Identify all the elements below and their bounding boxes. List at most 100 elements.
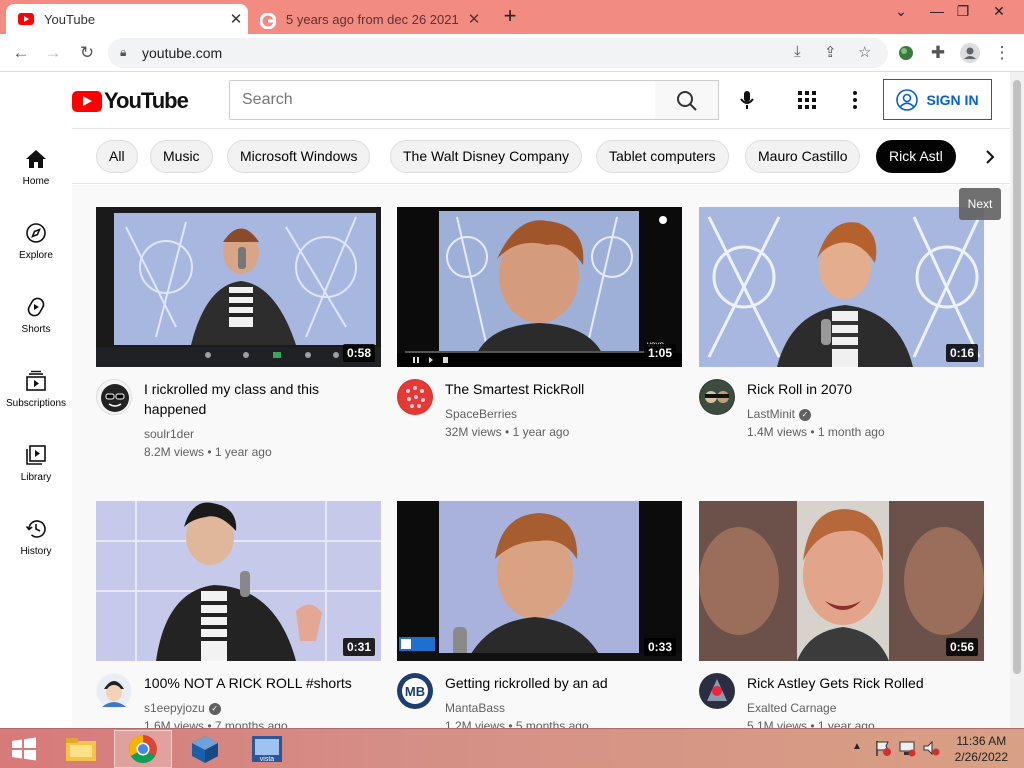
install-app-icon[interactable]: ⤓ — [794, 43, 801, 60]
chip-next-arrow[interactable] — [972, 129, 1010, 183]
subscriptions-icon — [26, 370, 46, 391]
tab-google-search[interactable]: 5 years ago from dec 26 2021 - G ✕ — [252, 4, 486, 34]
video-card[interactable]: 0:33 MB Getting rickrolled by an ad Mant… — [397, 501, 682, 728]
verified-badge-icon: ✓ — [208, 702, 221, 715]
chip-tablet-computers[interactable]: Tablet computers — [596, 140, 729, 173]
reload-button[interactable]: ↻ — [74, 40, 100, 66]
scrollbar-thumb[interactable] — [1013, 80, 1021, 674]
channel-avatar[interactable] — [96, 379, 132, 415]
video-title[interactable]: Rick Astley Gets Rick Rolled — [747, 673, 977, 693]
nav-history[interactable]: History — [0, 518, 72, 557]
video-title[interactable]: 100% NOT A RICK ROLL #shorts — [144, 673, 374, 693]
video-thumbnail[interactable]: 0:56 — [699, 501, 984, 661]
restore-button[interactable]: ❐ — [946, 0, 980, 26]
system-clock[interactable]: 11:36 AM 2/26/2022 — [955, 733, 1008, 765]
view-count: 1.2M views — [445, 719, 506, 728]
chip-all[interactable]: All — [96, 140, 138, 173]
extensions-puzzle-icon[interactable]: ✚ — [925, 40, 951, 66]
address-bar[interactable]: 🔒︎ youtube.com ⤓ ⇪ ☆ — [108, 38, 888, 68]
video-stats: 5.1M views • 1 year ago — [747, 719, 875, 728]
channel-avatar[interactable] — [96, 673, 132, 709]
action-center-flag-icon[interactable] — [874, 739, 892, 762]
chrome-menu-icon[interactable]: ⋮ — [989, 40, 1015, 66]
video-stats: 8.2M views • 1 year ago — [144, 445, 272, 459]
video-thumbnail[interactable]: 0:16 — [699, 207, 984, 367]
nav-home[interactable]: Home — [0, 148, 72, 187]
video-thumbnail[interactable]: 0:31 — [96, 501, 381, 661]
view-count: 32M views — [445, 425, 502, 439]
channel-avatar[interactable] — [699, 673, 735, 709]
upload-age: 5 months ago — [515, 719, 589, 728]
video-title[interactable]: The Smartest RickRoll — [445, 379, 675, 399]
search-button[interactable] — [655, 80, 719, 120]
apps-grid-icon[interactable] — [795, 88, 819, 112]
video-thumbnail[interactable]: vevo 1:05 — [397, 207, 682, 367]
video-card[interactable]: 0:31 100% NOT A RICK ROLL #shorts s1eepy… — [96, 501, 381, 728]
video-card[interactable]: 0:16 Rick Roll in 2070 LastMinit ✓ 1.4M v… — [699, 207, 984, 487]
youtube-logo[interactable]: YouTube — [72, 88, 189, 114]
video-thumbnail[interactable]: 0:33 — [397, 501, 682, 661]
chip-microsoft-windows[interactable]: Microsoft Windows — [227, 140, 371, 173]
taskbar-vista-app[interactable]: vista — [238, 730, 296, 768]
tab-close-icon[interactable]: ✕ — [462, 10, 486, 28]
chip-mauro-castillo[interactable]: Mauro Castillo — [745, 140, 861, 173]
vista-icon: vista — [252, 736, 282, 763]
taskbar-chrome[interactable] — [114, 730, 172, 768]
video-title[interactable]: Getting rickrolled by an ad — [445, 673, 675, 693]
nav-shorts[interactable]: Shorts — [0, 296, 72, 335]
youtube-wordmark: YouTube — [104, 88, 189, 113]
channel-avatar[interactable] — [699, 379, 735, 415]
profile-avatar-icon[interactable] — [957, 40, 983, 66]
account-circle-icon — [896, 88, 919, 111]
tab-search-chevron-icon[interactable]: ⌄ — [884, 0, 918, 26]
youtube-favicon-icon — [18, 13, 34, 25]
chip-rick-astley[interactable]: Rick Astl — [876, 140, 956, 173]
video-title[interactable]: Rick Roll in 2070 — [747, 379, 977, 399]
channel-name[interactable]: SpaceBerries — [445, 407, 517, 421]
page-scrollbar[interactable] — [1010, 72, 1024, 728]
sign-in-button[interactable]: SIGN IN — [883, 79, 992, 120]
share-icon[interactable]: ⇪ — [824, 43, 837, 61]
video-card[interactable]: vevo 1:05 The Smartest RickRoll SpaceBer… — [397, 207, 682, 487]
close-window-button[interactable]: ✕ — [982, 0, 1016, 26]
verified-badge-icon: ✓ — [799, 408, 812, 421]
clock-time: 11:36 AM — [956, 734, 1007, 748]
network-icon[interactable] — [898, 739, 916, 762]
taskbar-file-explorer[interactable] — [52, 730, 110, 768]
shorts-icon — [27, 297, 45, 317]
chip-walt-disney[interactable]: The Walt Disney Company — [390, 140, 582, 173]
tab-close-icon[interactable]: ✕ — [224, 10, 248, 28]
settings-more-icon[interactable] — [843, 88, 867, 112]
start-button[interactable] — [0, 730, 48, 768]
volume-muted-icon[interactable] — [922, 739, 940, 762]
tab-youtube[interactable]: YouTube ✕ — [6, 4, 248, 34]
nav-library[interactable]: Library — [0, 444, 72, 483]
voice-search-microphone-icon[interactable] — [735, 88, 759, 112]
channel-avatar[interactable] — [397, 379, 433, 415]
chip-music[interactable]: Music — [150, 140, 213, 173]
channel-name[interactable]: soulr1der — [144, 427, 194, 441]
search-input[interactable] — [229, 80, 656, 120]
compass-icon — [26, 223, 46, 243]
taskbar-virtualbox[interactable] — [176, 730, 234, 768]
nav-explore[interactable]: Explore — [0, 222, 72, 261]
channel-name-text[interactable]: s1eepyjozu — [144, 701, 205, 715]
back-button[interactable]: ← — [8, 40, 34, 66]
search-icon — [677, 91, 697, 111]
channel-name-text[interactable]: LastMinit — [747, 407, 795, 421]
extension-globe-icon[interactable] — [893, 40, 919, 66]
nav-label: Library — [20, 472, 52, 483]
video-title[interactable]: I rickrolled my class and this happened — [144, 379, 374, 419]
nav-subscriptions[interactable]: Subscriptions — [0, 370, 72, 409]
bookmark-star-icon[interactable]: ☆ — [858, 43, 871, 61]
video-duration: 0:31 — [342, 638, 375, 656]
video-thumbnail[interactable]: 0:58 — [96, 207, 381, 367]
channel-avatar[interactable]: MB — [397, 673, 433, 709]
video-card[interactable]: 0:58 I rickrolled my class and this happ… — [96, 207, 381, 487]
new-tab-button[interactable]: + — [497, 4, 523, 30]
channel-name[interactable]: MantaBass — [445, 701, 505, 715]
forward-button[interactable]: → — [40, 40, 66, 66]
show-hidden-icons-chevron-icon[interactable]: ▲ — [852, 741, 862, 752]
channel-name[interactable]: Exalted Carnage — [747, 701, 836, 715]
video-card[interactable]: 0:56 Rick Astley Gets Rick Rolled Exalte… — [699, 501, 984, 728]
